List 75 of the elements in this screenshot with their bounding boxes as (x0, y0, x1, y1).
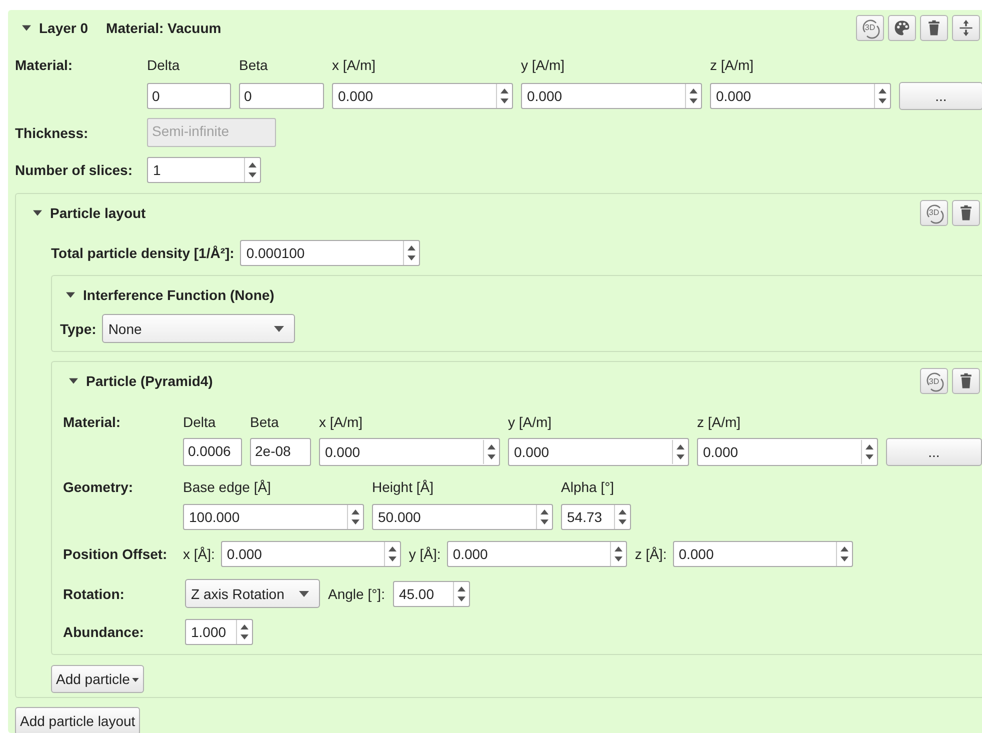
collapse-arrow-icon[interactable] (33, 210, 42, 216)
column-header: Height [Å] (372, 479, 434, 495)
spin-box[interactable]: 45.00 (392, 580, 470, 606)
type-label: Type: (60, 320, 96, 336)
spin-box[interactable]: 0.000 (697, 438, 878, 466)
section-title: Particle layout (50, 204, 146, 220)
angle-label: Angle [°]: (328, 586, 385, 602)
column-header: x [A/m] (319, 414, 364, 430)
caret-icon (132, 678, 139, 682)
delete-button[interactable] (920, 14, 948, 40)
more-button[interactable]: ... (886, 438, 982, 466)
rotation-label: Rotation: (63, 586, 126, 602)
column-header: Delta (183, 414, 217, 430)
dropdown[interactable]: None (102, 314, 296, 343)
spin-box[interactable]: 0.000 (672, 541, 853, 567)
input-field[interactable]: 2e-08 (250, 438, 311, 466)
column-header: z [A/m] (697, 414, 742, 430)
spin-box[interactable]: 50.000 (372, 504, 553, 530)
position-label: Position Offset: (63, 546, 168, 562)
spin-box[interactable]: 100.000 (183, 504, 364, 530)
abundance-label: Abundance: (63, 624, 145, 640)
slices-label: Number of slices: (15, 162, 134, 178)
layer-material: Material: Vacuum (106, 20, 222, 36)
caret-icon (299, 590, 309, 596)
material-label: Material: (63, 414, 122, 430)
add-particle-button[interactable]: Add particle (51, 665, 144, 693)
spin-box[interactable]: 0.000 (710, 83, 891, 109)
column-header: Base edge [Å] (183, 479, 272, 495)
split-arrows-icon (957, 18, 975, 36)
column-header: x [A/m] (332, 57, 377, 73)
collapse-arrow-icon[interactable] (69, 378, 78, 384)
column-header: Beta (239, 57, 269, 73)
section-title: Particle (Pyramid4) (86, 373, 213, 389)
spin-box[interactable]: 0.000 (521, 83, 702, 109)
move-button[interactable] (952, 14, 980, 40)
column-header: z [A/m] (710, 57, 755, 73)
material-label: Material: (15, 57, 74, 73)
collapse-arrow-icon[interactable] (66, 292, 75, 298)
axis-label: z [Å]: (634, 546, 667, 562)
spin-box[interactable]: 1.000 (185, 619, 253, 645)
view-3d-button[interactable]: 3D (856, 14, 884, 40)
delete-button[interactable] (952, 368, 980, 394)
layer-title: Layer 0 (39, 20, 88, 36)
input-field[interactable]: 0 (147, 83, 231, 109)
spin-box[interactable]: 1 (147, 157, 261, 183)
column-header: y [A/m] (521, 57, 566, 73)
density-label: Total particle density [1/Å²]: (51, 245, 234, 261)
spin-box[interactable]: 0.000 (446, 541, 627, 567)
palette-button[interactable] (888, 14, 916, 40)
dropdown[interactable]: Z axis Rotation (185, 579, 320, 608)
spin-box[interactable]: 0.000100 (240, 240, 420, 266)
input-field[interactable]: 0.0006 (183, 438, 242, 466)
column-header: Delta (147, 57, 181, 73)
add-layout-button[interactable]: Add particle layout (15, 707, 140, 733)
caret-icon (274, 326, 284, 332)
input-field[interactable]: 0 (239, 83, 324, 109)
section-title: Interference Function (None) (83, 287, 274, 303)
spin-box[interactable]: 0.000 (220, 541, 401, 567)
geometry-label: Geometry: (63, 479, 134, 495)
column-header: y [A/m] (508, 414, 553, 430)
delete-button[interactable] (952, 200, 980, 226)
more-button[interactable]: ... (899, 82, 982, 110)
axis-label: y [Å]: (408, 546, 441, 562)
thickness-label: Thickness: (15, 124, 90, 140)
spin-box[interactable]: 0.000 (332, 83, 513, 109)
spin-box[interactable]: 54.73 (561, 504, 631, 530)
spin-box[interactable]: 0.000 (319, 438, 500, 466)
column-header: Beta (250, 414, 280, 430)
column-header: Alpha [°] (561, 479, 616, 495)
view-3d-button[interactable]: 3D (920, 200, 948, 226)
palette-icon (893, 18, 911, 36)
view-3d-button[interactable]: 3D (920, 368, 948, 394)
collapse-arrow-icon[interactable] (22, 24, 31, 30)
axis-label: x [Å]: (183, 546, 215, 562)
spin-box[interactable]: 0.000 (508, 438, 689, 466)
